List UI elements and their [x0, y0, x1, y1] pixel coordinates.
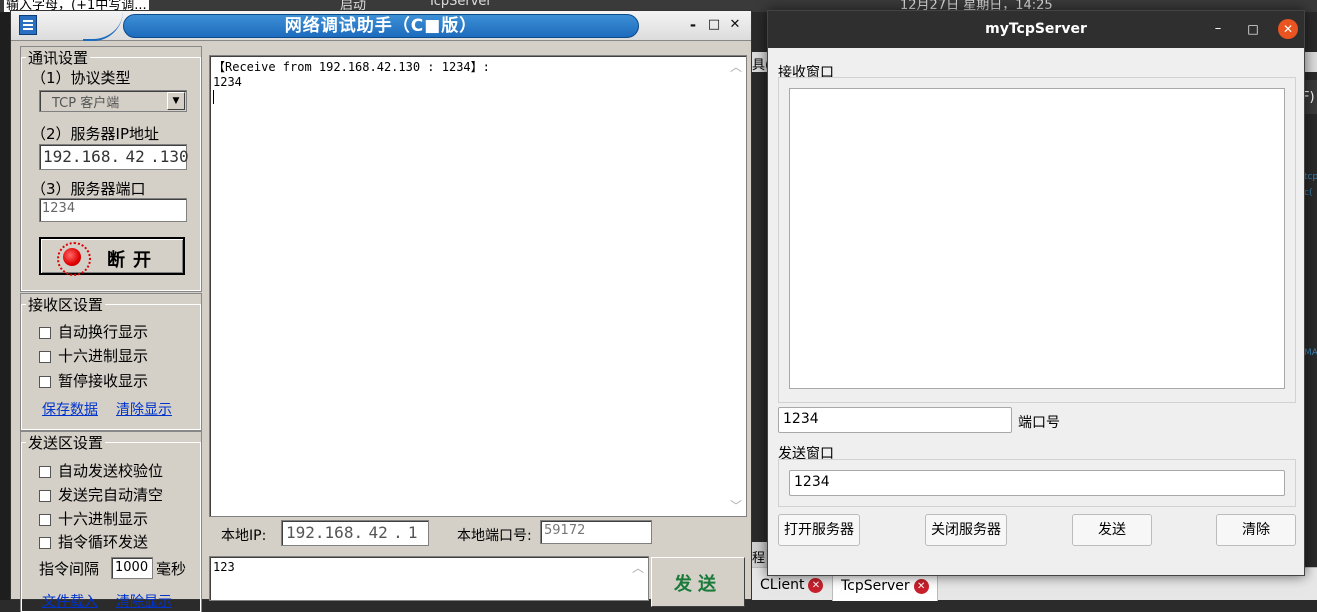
scroll-up-icon[interactable]: ︿ — [730, 58, 742, 75]
ide-tab-label: TcpServer — [841, 578, 910, 594]
ip-octet: 192 — [286, 523, 315, 542]
open-server-button[interactable]: 打开服务器 — [778, 514, 860, 546]
port-input[interactable]: 1234 — [778, 407, 1012, 433]
window-title: 网络调试助手（C■版） — [284, 16, 478, 36]
ide-code-fragment: c( — [1304, 188, 1313, 198]
chevron-down-icon[interactable]: ▼ — [167, 92, 185, 110]
ide-code-fragment: MAT — [1304, 348, 1317, 358]
checkbox-icon — [39, 350, 51, 363]
tcpserver-title-bar[interactable]: myTcpServer – □ ✕ — [768, 11, 1304, 48]
ide-panel-fragment: 程 — [752, 551, 766, 566]
local-ip-label: 本地IP: — [221, 528, 267, 544]
ip-octet: 1 — [407, 523, 418, 542]
ide-tab-label: CLient — [760, 577, 805, 593]
background-tab-label: TcpServer — [428, 0, 492, 9]
scroll-down-icon[interactable]: ﹀ — [730, 497, 742, 514]
ide-tab-tcpserver[interactable]: TcpServer ✕ — [832, 572, 938, 601]
protocol-value: TCP 客户端 — [52, 96, 120, 111]
server-port-label: （3）服务器端口 — [31, 180, 146, 198]
auto-clear-checkbox[interactable]: 发送完自动清空 — [39, 484, 163, 505]
ip-octet: 130 — [159, 147, 189, 166]
auto-checksum-checkbox[interactable]: 自动发送校验位 — [39, 460, 163, 481]
checkbox-icon — [39, 326, 51, 339]
receive-textarea[interactable]: 【Receive from 192.168.42.130 : 1234】: 12… — [209, 55, 747, 517]
title-decoration — [83, 11, 123, 41]
send-textarea[interactable]: 123 ︿ — [209, 556, 649, 601]
checkbox-label: 暂停接收显示 — [58, 372, 149, 390]
clear-send-link[interactable]: 清除显示 — [116, 591, 172, 611]
close-icon[interactable]: ✕ — [913, 578, 929, 594]
netassist-window: 网络调试助手（C■版） - □ ✕ 通讯设置 （1）协议类型 TCP 客户端 ▼… — [10, 10, 752, 612]
checkbox-label: 发送完自动清空 — [58, 486, 164, 504]
group-title: 通讯设置 — [28, 49, 89, 67]
scroll-up-icon[interactable]: ︿ — [632, 559, 644, 576]
minimize-button[interactable]: - — [683, 15, 703, 35]
interval-unit: 毫秒 — [156, 560, 187, 578]
background-editor-strip — [0, 12, 10, 600]
checkbox-icon — [39, 465, 51, 478]
ide-tab-client[interactable]: CLient ✕ — [752, 572, 831, 601]
protocol-label: （1）协议类型 — [31, 69, 131, 87]
server-ip-label: （2）服务器IP地址 — [31, 125, 160, 143]
local-ip-input[interactable]: 192.168. 42. 1 — [281, 520, 429, 546]
group-title: 接收区设置 — [28, 296, 104, 314]
checkbox-icon — [39, 536, 51, 549]
save-data-link[interactable]: 保存数据 — [42, 399, 98, 419]
checkbox-label: 自动换行显示 — [58, 323, 149, 341]
minimize-button[interactable]: – — [1208, 19, 1228, 39]
local-port-input[interactable]: 59172 — [540, 520, 652, 544]
checkbox-label: 十六进制显示 — [58, 510, 149, 528]
connection-led-icon — [57, 242, 91, 276]
interval-label: 指令间隔 — [39, 560, 100, 578]
send-input[interactable]: 1234 — [789, 470, 1285, 496]
app-icon — [19, 15, 37, 35]
checkbox-icon — [39, 513, 51, 526]
checkbox-label: 自动发送校验位 — [58, 462, 164, 480]
local-port-label: 本地端口号: — [457, 528, 532, 544]
group-title: 发送区设置 — [28, 434, 104, 452]
checkbox-icon — [39, 375, 51, 388]
close-icon[interactable]: ✕ — [808, 577, 824, 593]
ip-octet: 42 — [125, 147, 145, 166]
tcpserver-window: myTcpServer – □ ✕ 接收窗口 1234 端口号 发送窗口 123… — [767, 10, 1305, 576]
close-button[interactable]: ✕ — [725, 15, 745, 35]
ip-octet: 168 — [81, 147, 111, 166]
clear-button[interactable]: 清除 — [1216, 514, 1296, 546]
receive-textarea[interactable] — [789, 88, 1285, 389]
checkbox-label: 指令循环发送 — [58, 533, 149, 551]
receive-line: 【Receive from 192.168.42.130 : 1234】: — [213, 60, 490, 74]
checkbox-label: 十六进制显示 — [58, 347, 149, 365]
loop-send-checkbox[interactable]: 指令循环发送 — [39, 531, 148, 552]
pause-recv-checkbox[interactable]: 暂停接收显示 — [39, 370, 148, 391]
server-ip-input[interactable]: 192.168. 42.130 — [39, 144, 189, 170]
receive-line: 1234 — [213, 75, 242, 89]
interval-input[interactable]: 1000 — [111, 557, 153, 579]
server-port-input[interactable]: 1234 — [39, 198, 187, 222]
ide-code-fragment: tcp — [1304, 172, 1317, 182]
port-label: 端口号 — [1018, 415, 1060, 431]
send-button[interactable]: 发送 — [1072, 514, 1152, 546]
checkbox-icon — [39, 489, 51, 502]
disconnect-button[interactable]: 断开 — [39, 237, 185, 276]
protocol-select[interactable]: TCP 客户端 ▼ — [39, 90, 187, 112]
clear-recv-link[interactable]: 清除显示 — [116, 399, 172, 419]
send-hex-checkbox[interactable]: 十六进制显示 — [39, 508, 148, 529]
disconnect-label: 断开 — [107, 250, 159, 271]
ip-octet: 192 — [43, 147, 72, 166]
maximize-button[interactable]: □ — [704, 15, 724, 35]
ip-octet: 42 — [368, 523, 388, 542]
send-text: 123 — [213, 560, 235, 574]
ip-octet: 168 — [324, 523, 354, 542]
file-load-link[interactable]: 文件载入 — [42, 591, 98, 611]
maximize-button[interactable]: □ — [1243, 19, 1263, 39]
auto-wrap-checkbox[interactable]: 自动换行显示 — [39, 321, 148, 342]
text-cursor — [213, 90, 214, 104]
netassist-title-bar[interactable]: 网络调试助手（C■版） - □ ✕ — [11, 11, 751, 41]
close-button[interactable]: ✕ — [1278, 19, 1298, 39]
close-server-button[interactable]: 关闭服务器 — [925, 514, 1007, 546]
recv-hex-checkbox[interactable]: 十六进制显示 — [39, 345, 148, 366]
